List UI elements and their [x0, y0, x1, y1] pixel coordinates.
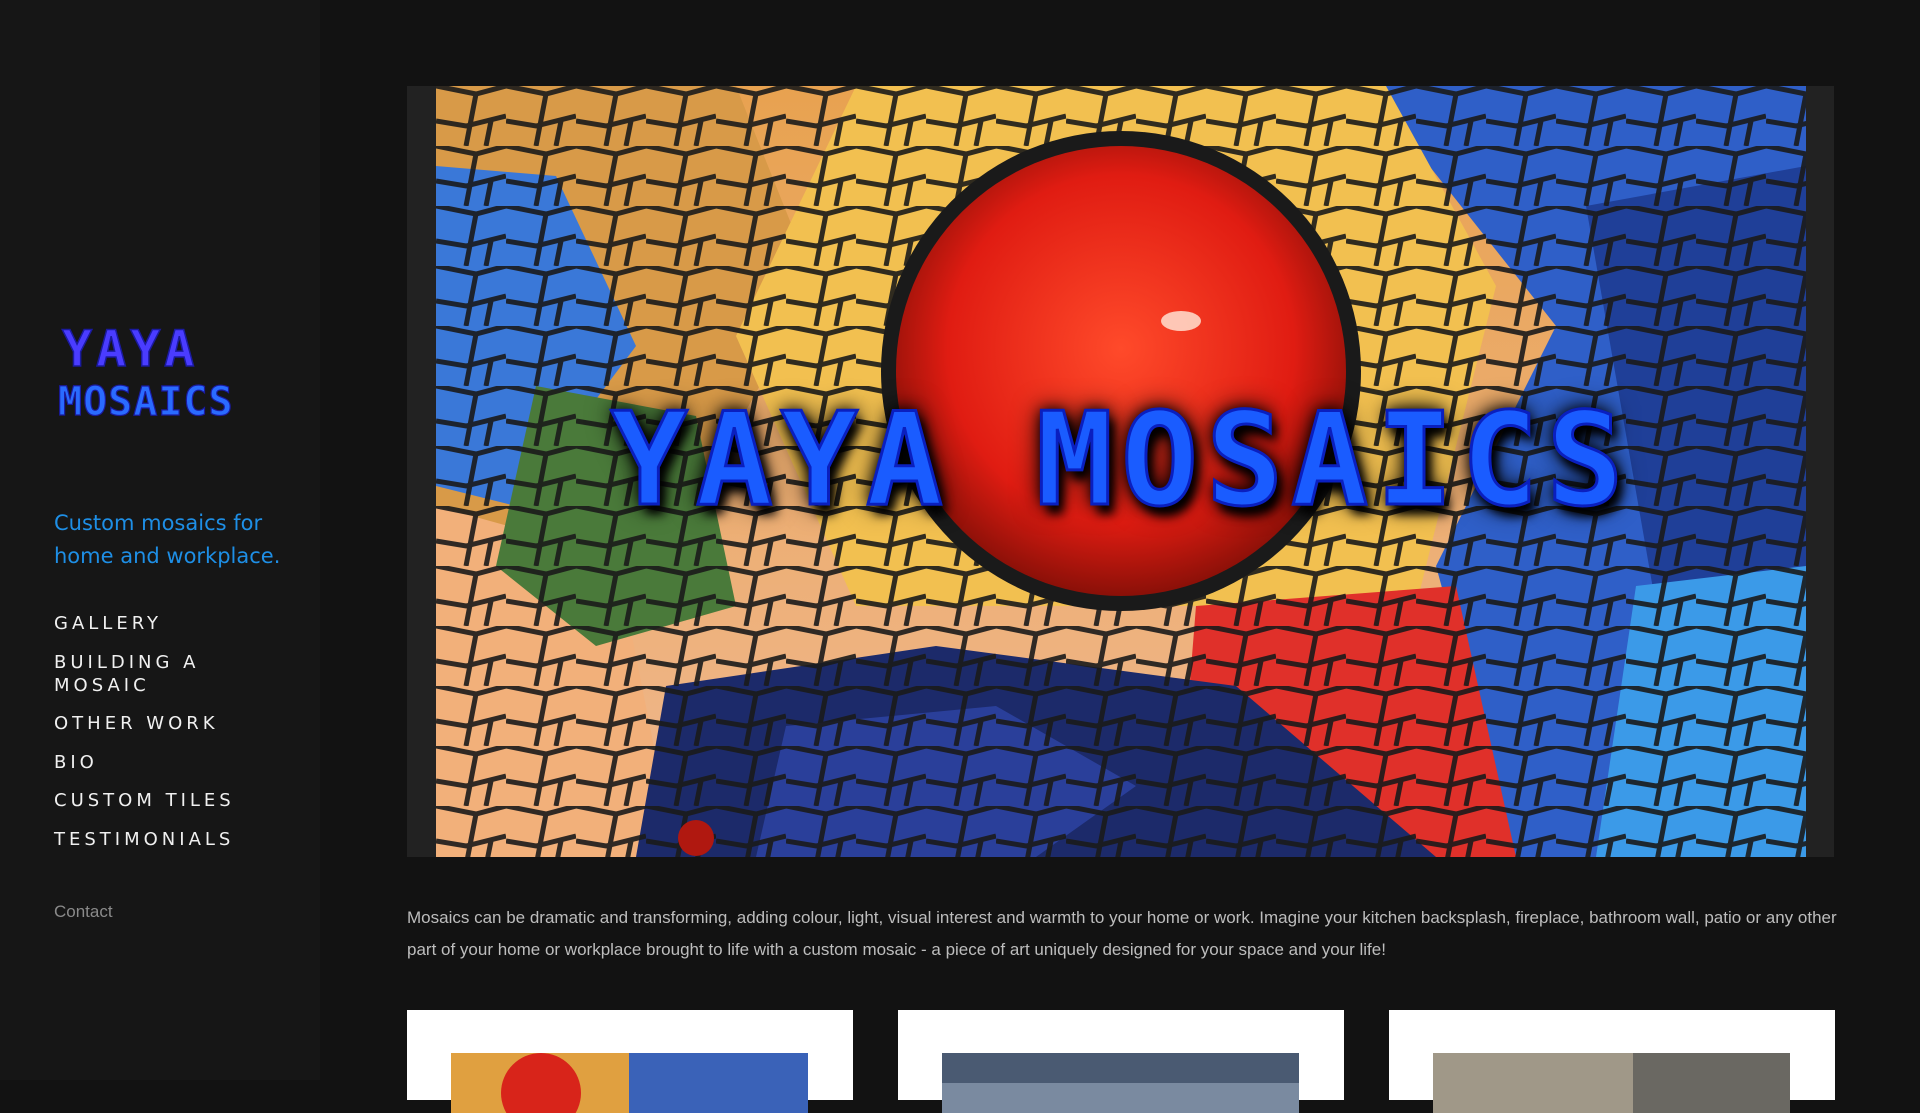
contact-link[interactable]: Contact — [54, 902, 113, 922]
site-logo[interactable]: YAYA MOSAICS — [54, 320, 274, 420]
gallery-thumbnail — [942, 1053, 1299, 1113]
hero-title: YAYA MOSAICS — [609, 385, 1632, 537]
logo-line1: YAYA — [62, 320, 198, 378]
intro-paragraph: Mosaics can be dramatic and transforming… — [407, 908, 1837, 959]
gallery-card[interactable] — [407, 1010, 853, 1113]
logo-line2: MOSAICS — [58, 379, 234, 420]
gallery-thumbnail — [1433, 1053, 1790, 1113]
nav-item-other-work[interactable]: OTHER WORK — [54, 712, 294, 735]
hero-image: YAYA MOSAICS — [436, 86, 1806, 857]
nav-item-gallery[interactable]: GALLERY — [54, 612, 294, 635]
main-nav: GALLERY BUILDING A MOSAIC OTHER WORK BIO… — [54, 612, 294, 866]
site-tagline: Custom mosaics for home and workplace. — [54, 511, 281, 568]
gallery-card[interactable] — [898, 1010, 1344, 1113]
gallery-card[interactable] — [1389, 1010, 1835, 1113]
sidebar: YAYA MOSAICS Custom mosaics for home and… — [0, 0, 320, 1080]
nav-item-testimonials[interactable]: TESTIMONIALS — [54, 828, 294, 851]
nav-item-building-a-mosaic[interactable]: BUILDING A MOSAIC — [54, 651, 294, 697]
gallery-thumbnail — [451, 1053, 808, 1113]
nav-item-bio[interactable]: BIO — [54, 751, 294, 774]
nav-item-custom-tiles[interactable]: CUSTOM TILES — [54, 789, 294, 812]
